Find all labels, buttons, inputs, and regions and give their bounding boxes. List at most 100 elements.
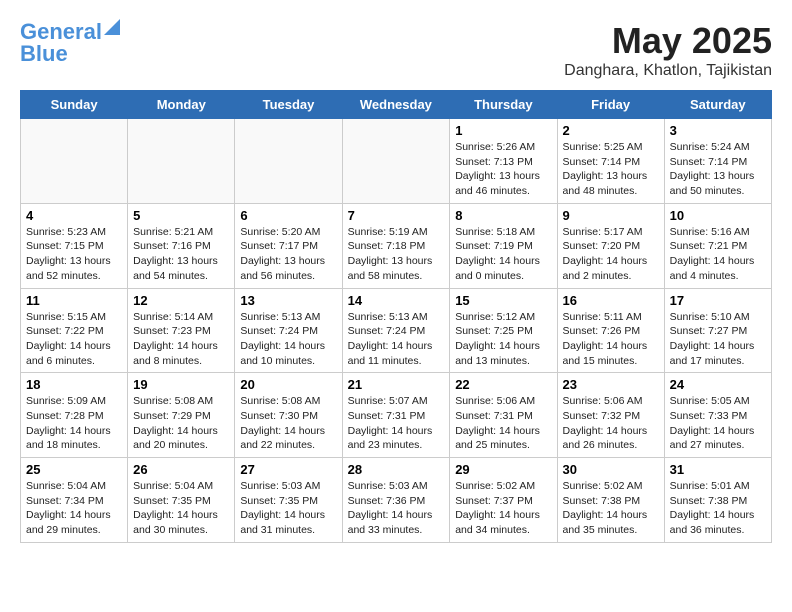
day-number: 11 (26, 293, 122, 308)
calendar-day-header: Monday (128, 91, 235, 119)
day-info: Sunrise: 5:03 AM Sunset: 7:35 PM Dayligh… (240, 479, 336, 538)
day-number: 4 (26, 208, 122, 223)
day-number: 23 (563, 377, 659, 392)
calendar-day-cell: 14Sunrise: 5:13 AM Sunset: 7:24 PM Dayli… (342, 288, 450, 373)
day-info: Sunrise: 5:08 AM Sunset: 7:30 PM Dayligh… (240, 394, 336, 453)
day-number: 5 (133, 208, 229, 223)
day-info: Sunrise: 5:21 AM Sunset: 7:16 PM Dayligh… (133, 225, 229, 284)
day-info: Sunrise: 5:10 AM Sunset: 7:27 PM Dayligh… (670, 310, 766, 369)
calendar-day-header: Wednesday (342, 91, 450, 119)
calendar-day-cell: 7Sunrise: 5:19 AM Sunset: 7:18 PM Daylig… (342, 203, 450, 288)
day-number: 10 (670, 208, 766, 223)
day-info: Sunrise: 5:17 AM Sunset: 7:20 PM Dayligh… (563, 225, 659, 284)
day-info: Sunrise: 5:12 AM Sunset: 7:25 PM Dayligh… (455, 310, 551, 369)
day-info: Sunrise: 5:15 AM Sunset: 7:22 PM Dayligh… (26, 310, 122, 369)
calendar-day-cell: 19 Sunrise: 5:08 AM Sunset: 7:29 PM Dayli… (128, 373, 235, 458)
calendar-week-row: 18 Sunrise: 5:09 AM Sunset: 7:28 PM Dayli… (21, 373, 772, 458)
calendar-table: SundayMondayTuesdayWednesdayThursdayFrid… (20, 90, 772, 543)
day-number: 15 (455, 293, 551, 308)
day-number: 6 (240, 208, 336, 223)
day-number: 1 (455, 123, 551, 138)
calendar-day-cell: 24 Sunrise: 5:05 AM Sunset: 7:33 PM Dayli… (664, 373, 771, 458)
day-number: 31 (670, 462, 766, 477)
day-number: 3 (670, 123, 766, 138)
calendar-day-cell: 17 Sunrise: 5:10 AM Sunset: 7:27 PM Dayli… (664, 288, 771, 373)
calendar-day-cell: 11 Sunrise: 5:15 AM Sunset: 7:22 PM Dayli… (21, 288, 128, 373)
calendar-day-cell (342, 119, 450, 204)
day-info: Sunrise: 5:26 AM Sunset: 7:13 PM Dayligh… (455, 140, 551, 199)
calendar-day-cell: 23Sunrise: 5:06 AM Sunset: 7:32 PM Dayli… (557, 373, 664, 458)
logo-text-blue: Blue (20, 42, 68, 66)
day-info: Sunrise: 5:05 AM Sunset: 7:33 PM Dayligh… (670, 394, 766, 453)
day-info: Sunrise: 5:06 AM Sunset: 7:31 PM Dayligh… (455, 394, 551, 453)
calendar-day-cell: 22 Sunrise: 5:06 AM Sunset: 7:31 PM Dayli… (450, 373, 557, 458)
day-number: 24 (670, 377, 766, 392)
day-number: 22 (455, 377, 551, 392)
day-number: 26 (133, 462, 229, 477)
calendar-body: 1 Sunrise: 5:26 AM Sunset: 7:13 PM Daylig… (21, 119, 772, 543)
calendar-day-cell: 1 Sunrise: 5:26 AM Sunset: 7:13 PM Daylig… (450, 119, 557, 204)
calendar-day-cell: 18 Sunrise: 5:09 AM Sunset: 7:28 PM Dayli… (21, 373, 128, 458)
day-info: Sunrise: 5:20 AM Sunset: 7:17 PM Dayligh… (240, 225, 336, 284)
day-number: 20 (240, 377, 336, 392)
day-number: 16 (563, 293, 659, 308)
day-number: 14 (348, 293, 445, 308)
calendar-day-cell: 5 Sunrise: 5:21 AM Sunset: 7:16 PM Daylig… (128, 203, 235, 288)
calendar-day-cell: 13 Sunrise: 5:13 AM Sunset: 7:24 PM Dayli… (235, 288, 342, 373)
day-number: 19 (133, 377, 229, 392)
calendar-day-cell: 20 Sunrise: 5:08 AM Sunset: 7:30 PM Dayli… (235, 373, 342, 458)
day-number: 21 (348, 377, 445, 392)
day-info: Sunrise: 5:24 AM Sunset: 7:14 PM Dayligh… (670, 140, 766, 199)
calendar-day-cell: 26 Sunrise: 5:04 AM Sunset: 7:35 PM Dayli… (128, 458, 235, 543)
day-number: 29 (455, 462, 551, 477)
day-info: Sunrise: 5:13 AM Sunset: 7:24 PM Dayligh… (240, 310, 336, 369)
calendar-day-cell: 15 Sunrise: 5:12 AM Sunset: 7:25 PM Dayli… (450, 288, 557, 373)
calendar-day-cell: 2Sunrise: 5:25 AM Sunset: 7:14 PM Daylig… (557, 119, 664, 204)
calendar-week-row: 1 Sunrise: 5:26 AM Sunset: 7:13 PM Daylig… (21, 119, 772, 204)
day-info: Sunrise: 5:16 AM Sunset: 7:21 PM Dayligh… (670, 225, 766, 284)
day-info: Sunrise: 5:18 AM Sunset: 7:19 PM Dayligh… (455, 225, 551, 284)
day-number: 27 (240, 462, 336, 477)
day-number: 8 (455, 208, 551, 223)
calendar-day-cell: 6 Sunrise: 5:20 AM Sunset: 7:17 PM Daylig… (235, 203, 342, 288)
calendar-day-cell (128, 119, 235, 204)
calendar-day-cell: 3 Sunrise: 5:24 AM Sunset: 7:14 PM Daylig… (664, 119, 771, 204)
calendar-day-cell: 21 Sunrise: 5:07 AM Sunset: 7:31 PM Dayli… (342, 373, 450, 458)
day-number: 25 (26, 462, 122, 477)
location: Danghara, Khatlon, Tajikistan (564, 62, 772, 80)
day-info: Sunrise: 5:07 AM Sunset: 7:31 PM Dayligh… (348, 394, 445, 453)
calendar-day-cell: 16 Sunrise: 5:11 AM Sunset: 7:26 PM Dayli… (557, 288, 664, 373)
calendar-day-header: Friday (557, 91, 664, 119)
calendar-header-row: SundayMondayTuesdayWednesdayThursdayFrid… (21, 91, 772, 119)
calendar-day-header: Thursday (450, 91, 557, 119)
calendar-day-cell: 29Sunrise: 5:02 AM Sunset: 7:37 PM Dayli… (450, 458, 557, 543)
calendar-week-row: 25 Sunrise: 5:04 AM Sunset: 7:34 PM Dayli… (21, 458, 772, 543)
calendar-day-cell: 31Sunrise: 5:01 AM Sunset: 7:38 PM Dayli… (664, 458, 771, 543)
title-block: May 2025 Danghara, Khatlon, Tajikistan (564, 20, 772, 80)
day-info: Sunrise: 5:04 AM Sunset: 7:34 PM Dayligh… (26, 479, 122, 538)
calendar-day-cell: 25 Sunrise: 5:04 AM Sunset: 7:34 PM Dayli… (21, 458, 128, 543)
calendar-day-cell: 30Sunrise: 5:02 AM Sunset: 7:38 PM Dayli… (557, 458, 664, 543)
calendar-day-cell (21, 119, 128, 204)
day-info: Sunrise: 5:11 AM Sunset: 7:26 PM Dayligh… (563, 310, 659, 369)
day-info: Sunrise: 5:04 AM Sunset: 7:35 PM Dayligh… (133, 479, 229, 538)
month-title: May 2025 (564, 20, 772, 62)
day-number: 18 (26, 377, 122, 392)
calendar-day-cell: 10 Sunrise: 5:16 AM Sunset: 7:21 PM Dayli… (664, 203, 771, 288)
day-number: 13 (240, 293, 336, 308)
calendar-day-header: Saturday (664, 91, 771, 119)
day-info: Sunrise: 5:09 AM Sunset: 7:28 PM Dayligh… (26, 394, 122, 453)
day-number: 28 (348, 462, 445, 477)
calendar-day-cell: 9Sunrise: 5:17 AM Sunset: 7:20 PM Daylig… (557, 203, 664, 288)
day-info: Sunrise: 5:08 AM Sunset: 7:29 PM Dayligh… (133, 394, 229, 453)
calendar-day-header: Sunday (21, 91, 128, 119)
day-info: Sunrise: 5:23 AM Sunset: 7:15 PM Dayligh… (26, 225, 122, 284)
day-number: 17 (670, 293, 766, 308)
calendar-day-header: Tuesday (235, 91, 342, 119)
day-number: 7 (348, 208, 445, 223)
page-header: General Blue May 2025 Danghara, Khatlon,… (20, 20, 772, 80)
calendar-week-row: 4 Sunrise: 5:23 AM Sunset: 7:15 PM Daylig… (21, 203, 772, 288)
day-info: Sunrise: 5:25 AM Sunset: 7:14 PM Dayligh… (563, 140, 659, 199)
day-number: 30 (563, 462, 659, 477)
calendar-day-cell: 4 Sunrise: 5:23 AM Sunset: 7:15 PM Daylig… (21, 203, 128, 288)
